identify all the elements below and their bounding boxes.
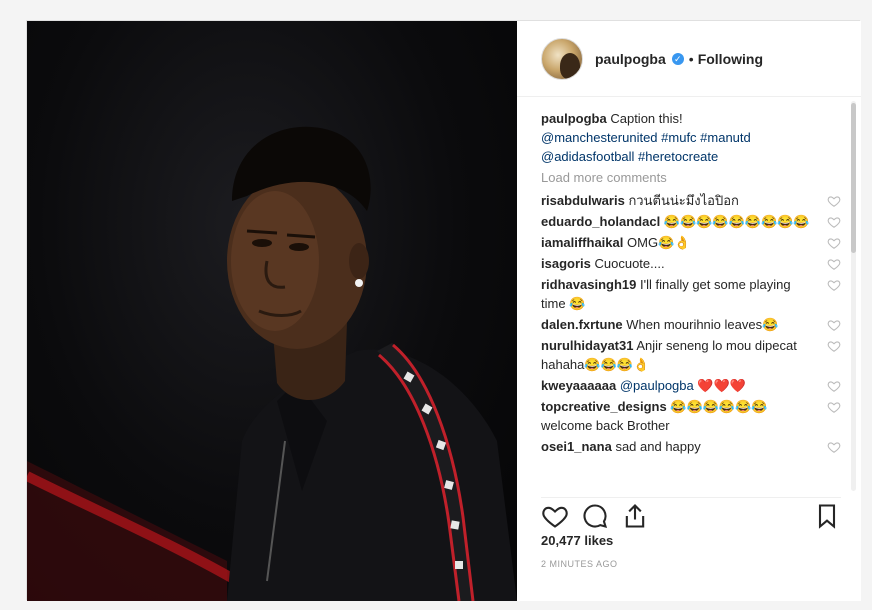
comment-like-heart-icon[interactable] xyxy=(827,379,841,393)
following-button[interactable]: Following xyxy=(698,51,763,67)
comment-text: Cuocuote.... xyxy=(594,256,665,271)
comment-text: sad and happy xyxy=(615,439,701,454)
post-actions-bar xyxy=(541,497,841,530)
comment-text: @paulpogba ❤️❤️❤️ xyxy=(619,378,746,393)
comment-item: ridhavasingh19 I'll finally get some pla… xyxy=(541,275,841,313)
comment-like-heart-icon[interactable] xyxy=(827,278,841,292)
comment-item: iamaliffhaikal OMG😂👌 xyxy=(541,233,841,252)
comment-like-heart-icon[interactable] xyxy=(827,440,841,454)
comment-item: eduardo_holandacl 😂😂😂😂😂😂😂😂😂 xyxy=(541,212,841,231)
comment-username[interactable]: osei1_nana xyxy=(541,439,612,454)
post-timestamp[interactable]: 2 MINUTES AGO xyxy=(541,559,618,569)
comment-item: dalen.fxrtune When mourihnio leaves😂 xyxy=(541,315,841,334)
comment-username[interactable]: topcreative_designs xyxy=(541,399,667,414)
comment-item: osei1_nana sad and happy xyxy=(541,437,841,456)
comment-text: กวนตีนน่ะมึงไอปิอก xyxy=(628,193,739,208)
post-photo-illustration xyxy=(27,126,517,601)
comment-like-heart-icon[interactable] xyxy=(827,400,841,414)
comment-like-heart-icon[interactable] xyxy=(827,215,841,229)
comment-text: 😂😂😂😂😂😂😂😂😂 xyxy=(663,214,810,229)
post-photo[interactable] xyxy=(27,21,517,601)
separator-dot: • xyxy=(688,50,694,67)
comment-like-heart-icon[interactable] xyxy=(827,194,841,208)
comment-item: topcreative_designs 😂😂😂😂😂😂 welcome back … xyxy=(541,397,841,435)
comment-bubble-icon[interactable] xyxy=(581,502,609,530)
comment-item: kweyaaaaaa @paulpogba ❤️❤️❤️ xyxy=(541,376,841,395)
caption-username[interactable]: paulpogba xyxy=(541,111,607,126)
comment-item: risabdulwaris กวนตีนน่ะมึงไอปิอก xyxy=(541,191,841,210)
comments-list: paulpogba Caption this! @manchesterunite… xyxy=(541,109,841,489)
comments-scroll-thumb[interactable] xyxy=(851,103,856,253)
comment-like-heart-icon[interactable] xyxy=(827,339,841,353)
share-icon[interactable] xyxy=(621,502,649,530)
verified-badge-icon: ✓ xyxy=(671,52,684,65)
comment-username[interactable]: ridhavasingh19 xyxy=(541,277,636,292)
bookmark-icon[interactable] xyxy=(813,502,841,530)
comment-username[interactable]: iamaliffhaikal xyxy=(541,235,623,250)
comment-text: When mourihnio leaves😂 xyxy=(626,317,779,332)
comment-username[interactable]: risabdulwaris xyxy=(541,193,625,208)
comment-like-heart-icon[interactable] xyxy=(827,318,841,332)
comment-username[interactable]: nurulhidayat31 xyxy=(541,338,633,353)
avatar[interactable] xyxy=(541,37,583,80)
header-username[interactable]: paulpogba xyxy=(595,51,666,67)
caption-tags-line-1[interactable]: @manchesterunited #mufc #manutd xyxy=(541,128,841,147)
comment-item: nurulhidayat31 Anjir seneng lo mou dipec… xyxy=(541,336,841,374)
instagram-post-window: paulpogba ✓ • Following paulpogba Captio… xyxy=(26,20,861,601)
comments-scrollbar[interactable] xyxy=(851,101,856,491)
comment-username[interactable]: dalen.fxrtune xyxy=(541,317,623,332)
comment-text: OMG😂👌 xyxy=(627,235,691,250)
comment-username[interactable]: eduardo_holandacl xyxy=(541,214,660,229)
caption-text: Caption this! xyxy=(610,111,683,126)
comment-like-heart-icon[interactable] xyxy=(827,236,841,250)
caption-tags-line-2[interactable]: @adidasfootball #heretocreate xyxy=(541,147,841,166)
comment-username[interactable]: kweyaaaaaa xyxy=(541,378,616,393)
post-side-panel: paulpogba ✓ • Following paulpogba Captio… xyxy=(517,21,861,601)
comment-item: isagoris Cuocuote.... xyxy=(541,254,841,273)
heart-icon[interactable] xyxy=(541,502,569,530)
likes-count[interactable]: 20,477 likes xyxy=(541,533,613,548)
comment-username[interactable]: isagoris xyxy=(541,256,591,271)
load-more-comments-link[interactable]: Load more comments xyxy=(541,168,841,187)
post-header: paulpogba ✓ • Following xyxy=(517,21,861,97)
caption: paulpogba Caption this! @manchesterunite… xyxy=(541,109,841,166)
comment-like-heart-icon[interactable] xyxy=(827,257,841,271)
